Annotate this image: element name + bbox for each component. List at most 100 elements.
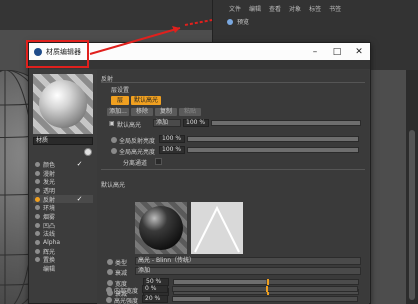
attenuation-radio[interactable] xyxy=(107,269,113,275)
check-icon[interactable]: ✓ xyxy=(76,195,83,203)
menu-bookmarks[interactable]: 书签 xyxy=(329,4,341,14)
channel-label: 颜色 xyxy=(43,161,56,169)
channel-environment[interactable]: 环境 xyxy=(33,203,93,212)
tab-default-specular[interactable]: 默认高光 xyxy=(131,96,161,105)
close-button[interactable]: ✕ xyxy=(348,43,370,60)
layer-name[interactable]: 默认高光 xyxy=(117,120,141,129)
channel-bump[interactable]: 凹凸 xyxy=(33,221,93,230)
channel-reflectance[interactable]: 反射 ✓ xyxy=(33,194,93,204)
channel-normal[interactable]: 法线 xyxy=(33,230,93,239)
preview-options-icon[interactable] xyxy=(84,148,92,156)
channel-dot-icon xyxy=(35,240,40,246)
type-label: 类型 xyxy=(115,260,128,267)
menu-tags[interactable]: 标签 xyxy=(309,4,321,14)
layer-settings-label: 层设置 xyxy=(111,87,130,94)
channel-label: 法线 xyxy=(43,231,56,239)
layer-visibility-icon[interactable]: ▣ xyxy=(109,120,115,127)
copy-layer-button[interactable]: 复制 xyxy=(155,108,177,116)
channel-dot-icon xyxy=(35,179,40,185)
spec-strength-slider[interactable] xyxy=(172,296,358,302)
more-attributes: 内部宽度 0 % 高光强度 20 % xyxy=(96,285,366,304)
channel-label: 环境 xyxy=(43,205,56,213)
layer-opacity-value[interactable]: 100 % xyxy=(183,119,209,127)
channel-label: 反射 xyxy=(43,196,56,204)
channel-dot-icon xyxy=(35,187,40,193)
global-specular-value[interactable]: 100 % xyxy=(159,146,185,154)
separate-pass-label: 分离通道 xyxy=(123,160,148,167)
channel-dot-icon xyxy=(35,196,40,202)
object-name: 预览 xyxy=(237,19,250,26)
specular-preview-ball xyxy=(135,202,187,254)
window-controls: – □ ✕ xyxy=(304,43,370,60)
object-row[interactable]: 预览 xyxy=(227,17,249,26)
global-reflection-radio[interactable] xyxy=(111,137,117,143)
global-specular-slider[interactable] xyxy=(187,147,359,153)
slider-fill xyxy=(174,280,266,284)
divider xyxy=(101,82,365,83)
spec-strength-radio[interactable] xyxy=(106,297,112,303)
channel-dot-icon xyxy=(35,222,40,228)
section-default-specular: 默认高光 xyxy=(101,182,126,189)
slider-marker xyxy=(266,286,268,292)
tab-layers[interactable]: 层 xyxy=(111,96,129,105)
preview-sphere xyxy=(139,206,183,250)
channel-diffusion[interactable]: 漫射 xyxy=(33,169,93,178)
scrollbar[interactable] xyxy=(406,70,418,304)
material-editor-window: 材质编辑器 – □ ✕ 材质 颜色 ✓ 漫射 发光 透明 反射 ✓ 环境 烟雾 凹凸… xyxy=(28,42,371,304)
menu-edit[interactable]: 编辑 xyxy=(249,4,261,14)
channel-alpha[interactable]: Alpha xyxy=(33,238,93,247)
channel-label: 编辑 xyxy=(43,266,56,274)
channel-label: 漫射 xyxy=(43,170,56,178)
paste-layer-button[interactable]: 粘贴 xyxy=(179,108,201,116)
channel-displacement[interactable]: 置换 xyxy=(33,256,93,264)
material-name-field[interactable]: 材质 xyxy=(33,137,93,145)
separate-pass-checkbox[interactable] xyxy=(155,158,162,165)
material-preview[interactable] xyxy=(33,74,93,134)
channel-dot-icon xyxy=(35,213,40,219)
global-reflection-slider[interactable] xyxy=(187,136,359,142)
channel-list: 颜色 ✓ 漫射 发光 透明 反射 ✓ 环境 烟雾 凹凸 法线 Alpha 辉光 置换… xyxy=(33,160,93,273)
channel-color[interactable]: 颜色 ✓ xyxy=(33,160,93,169)
minimize-button[interactable]: – xyxy=(304,43,326,60)
inner-width-label: 内部宽度 xyxy=(114,288,139,295)
remove-layer-button[interactable]: 移除 xyxy=(131,108,153,116)
attenuation-dropdown[interactable]: 添加 xyxy=(135,267,361,275)
check-icon[interactable]: ✓ xyxy=(76,160,83,168)
channel-dot-icon xyxy=(35,231,40,237)
channel-dot-icon xyxy=(35,257,40,263)
spec-strength-label: 高光强度 xyxy=(114,298,139,304)
add-layer-button[interactable]: 添加... xyxy=(107,108,129,116)
inner-width-slider[interactable] xyxy=(172,286,358,292)
channel-dot-icon xyxy=(35,170,40,176)
channel-luminance[interactable]: 发光 xyxy=(33,177,93,186)
channel-dot-icon xyxy=(35,205,40,211)
layer-blend-mode-dropdown[interactable]: 添加 xyxy=(153,119,181,127)
inner-width-radio[interactable] xyxy=(106,287,112,293)
layer-opacity-slider[interactable] xyxy=(211,120,361,126)
type-dropdown[interactable]: 高光 - Blinn（传统） xyxy=(135,257,361,265)
maximize-button[interactable]: □ xyxy=(326,43,348,60)
slider-fill xyxy=(212,121,360,125)
channel-glow[interactable]: 辉光 xyxy=(33,247,93,256)
menu-object[interactable]: 对象 xyxy=(289,4,301,14)
menu-file[interactable]: 文件 xyxy=(229,4,241,14)
global-reflection-value[interactable]: 100 % xyxy=(159,135,185,143)
spec-strength-value[interactable]: 20 % xyxy=(142,295,168,303)
scrollbar-thumb[interactable] xyxy=(409,130,415,300)
slider-fill xyxy=(173,297,210,301)
object-manager-menu: 文件 编辑 查看 对象 标签 书签 xyxy=(213,4,341,14)
channel-label: Alpha xyxy=(43,239,61,247)
global-specular-radio[interactable] xyxy=(111,148,117,154)
channel-dot-icon xyxy=(35,161,40,167)
channel-transparency[interactable]: 透明 xyxy=(33,186,93,195)
global-reflection-label: 全局反射亮度 xyxy=(119,138,156,145)
global-specular-label: 全局高光亮度 xyxy=(119,149,156,156)
inner-width-value[interactable]: 0 % xyxy=(142,285,168,293)
attributes-panel: 反射 层设置 层 默认高光 添加... 移除 复制 粘贴 ▣ 默认高光 添加 1… xyxy=(97,70,369,304)
channel-fog[interactable]: 烟雾 xyxy=(33,212,93,221)
divider xyxy=(101,169,365,170)
specular-falloff-preview xyxy=(191,202,243,254)
type-radio[interactable] xyxy=(107,259,113,265)
menu-view[interactable]: 查看 xyxy=(269,4,281,14)
channel-editor[interactable]: 编辑 xyxy=(33,264,93,273)
